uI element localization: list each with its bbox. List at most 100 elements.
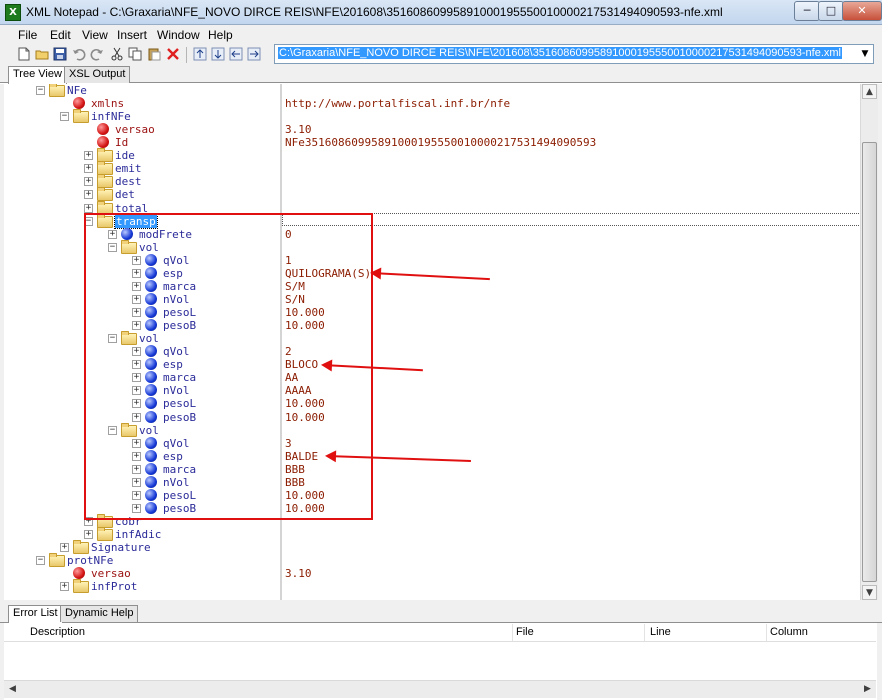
xml-notepad-icon: X <box>5 4 21 21</box>
attribute-icon <box>97 136 109 149</box>
tree-node-label[interactable]: det <box>115 188 135 201</box>
open-folder-icon[interactable] <box>35 47 49 61</box>
menu-window[interactable]: Window <box>157 28 200 42</box>
cut-icon[interactable] <box>110 47 124 61</box>
tree-node[interactable]: xmlns <box>4 97 280 110</box>
tab-dynamic-help[interactable]: Dynamic Help <box>60 605 139 622</box>
expand-toggle[interactable]: + <box>84 164 93 174</box>
scroll-down-button[interactable]: ▼ <box>862 585 877 600</box>
column-separator[interactable] <box>512 624 513 641</box>
column-line[interactable]: Line <box>650 626 671 638</box>
tree-node[interactable]: − infNFe <box>4 109 280 124</box>
tree-node[interactable]: − NFe <box>4 84 280 97</box>
folder-icon <box>73 540 89 555</box>
column-separator[interactable] <box>766 624 767 641</box>
scroll-right-button[interactable]: ▶ <box>860 682 875 697</box>
menu-view[interactable]: View <box>82 28 108 42</box>
collapse-toggle[interactable]: − <box>60 112 69 122</box>
tree-node[interactable]: Id <box>4 136 280 149</box>
expand-toggle[interactable]: + <box>84 190 93 200</box>
tree-node-label[interactable]: versao <box>115 123 155 136</box>
close-button[interactable]: ✕ <box>842 1 882 21</box>
tree-node-label[interactable]: versao <box>91 567 131 580</box>
scroll-up-button[interactable]: ▲ <box>862 84 877 99</box>
horizontal-scrollbar[interactable]: ◀ ▶ <box>4 680 876 698</box>
tree-node[interactable]: + infProt <box>4 579 280 594</box>
delete-icon[interactable] <box>166 47 180 61</box>
folder-icon <box>49 84 65 97</box>
tree-node-label[interactable]: dest <box>115 175 142 188</box>
file-path-combobox[interactable]: C:\Graxaria\NFE_NOVO DIRCE REIS\NFE\2016… <box>274 44 874 64</box>
maximize-button[interactable]: □ <box>818 1 844 21</box>
attribute-icon <box>73 567 85 580</box>
copy-icon[interactable] <box>128 47 142 61</box>
column-column[interactable]: Column <box>770 626 808 638</box>
tree-node-label[interactable]: Id <box>115 136 128 149</box>
menu-insert[interactable]: Insert <box>117 28 147 42</box>
expand-toggle[interactable]: + <box>84 177 93 187</box>
tree-node-label[interactable]: Signature <box>91 541 151 554</box>
menu-edit[interactable]: Edit <box>50 28 71 42</box>
tree-node[interactable]: + infAdic <box>4 527 280 542</box>
menu-bar: File Edit View Insert Window Help <box>0 25 882 45</box>
chevron-down-icon[interactable]: ▼ <box>859 47 871 61</box>
tree-node-label[interactable]: infNFe <box>91 110 131 123</box>
expand-toggle[interactable]: + <box>84 530 93 540</box>
minimize-button[interactable]: ─ <box>794 1 820 21</box>
tree-node[interactable]: versao <box>4 567 280 580</box>
tab-tree-view[interactable]: Tree View <box>8 66 67 84</box>
tree-node[interactable]: + det <box>4 187 280 202</box>
paste-icon[interactable] <box>147 47 161 61</box>
attribute-icon <box>97 123 109 136</box>
column-file[interactable]: File <box>516 626 534 638</box>
nudge-down-icon[interactable] <box>211 47 225 61</box>
tree-node-label[interactable]: protNFe <box>67 554 113 567</box>
column-description[interactable]: Description <box>30 626 85 638</box>
redo-icon[interactable] <box>90 47 104 61</box>
tab-xsl-output[interactable]: XSL Output <box>64 66 131 83</box>
nudge-left-icon[interactable] <box>229 47 243 61</box>
nudge-right-icon[interactable] <box>247 47 261 61</box>
tree-node-label[interactable]: emit <box>115 162 142 175</box>
new-file-icon[interactable] <box>17 47 31 61</box>
collapse-toggle[interactable]: − <box>36 556 45 566</box>
tree-node[interactable]: + Signature <box>4 540 280 555</box>
menu-help[interactable]: Help <box>208 28 233 42</box>
tree-node-label[interactable]: infProt <box>91 580 137 593</box>
view-tabs: Tree View XSL Output <box>0 65 882 84</box>
node-value[interactable]: http://www.portalfiscal.inf.br/nfe <box>285 97 510 110</box>
collapse-toggle[interactable]: − <box>36 86 45 95</box>
tree-node-label[interactable]: NFe <box>67 84 87 97</box>
expand-toggle[interactable]: + <box>84 151 93 161</box>
bottom-panel-tabs: Error List Dynamic Help <box>0 604 882 623</box>
file-path-text: C:\Graxaria\NFE_NOVO DIRCE REIS\NFE\2016… <box>278 47 842 59</box>
folder-icon <box>97 527 113 542</box>
title-bar: X XML Notepad - C:\Graxaria\NFE_NOVO DIR… <box>0 0 882 25</box>
scroll-thumb[interactable] <box>862 142 877 582</box>
tree-node-label[interactable]: ide <box>115 149 135 162</box>
column-separator[interactable] <box>644 624 645 641</box>
tree-node[interactable]: + dest <box>4 174 280 189</box>
tree-node[interactable]: versao <box>4 123 280 136</box>
menu-file[interactable]: File <box>18 28 37 42</box>
expand-toggle[interactable]: + <box>84 203 93 213</box>
error-list-body[interactable] <box>4 642 876 679</box>
tree-node-label[interactable]: infAdic <box>115 528 161 541</box>
tree-node-label[interactable]: xmlns <box>91 97 124 110</box>
expand-toggle[interactable]: + <box>60 582 69 592</box>
scroll-left-button[interactable]: ◀ <box>5 682 20 697</box>
node-value[interactable]: 3.10 <box>285 123 312 136</box>
save-icon[interactable] <box>53 47 67 61</box>
node-value[interactable]: 3.10 <box>285 567 312 580</box>
expand-toggle[interactable]: + <box>60 543 69 553</box>
tree-node[interactable]: + emit <box>4 161 280 176</box>
toolbar-separator <box>186 47 187 63</box>
tab-error-list[interactable]: Error List <box>8 605 63 623</box>
node-value[interactable]: NFe3516086099589100019555001000021753149… <box>285 136 596 149</box>
tree-node[interactable]: + ide <box>4 148 280 163</box>
undo-icon[interactable] <box>72 47 86 61</box>
nudge-up-icon[interactable] <box>193 47 207 61</box>
vertical-scrollbar[interactable]: ▲ ▼ <box>860 84 878 600</box>
tree-node[interactable]: − protNFe <box>4 553 280 568</box>
folder-icon <box>73 109 89 124</box>
